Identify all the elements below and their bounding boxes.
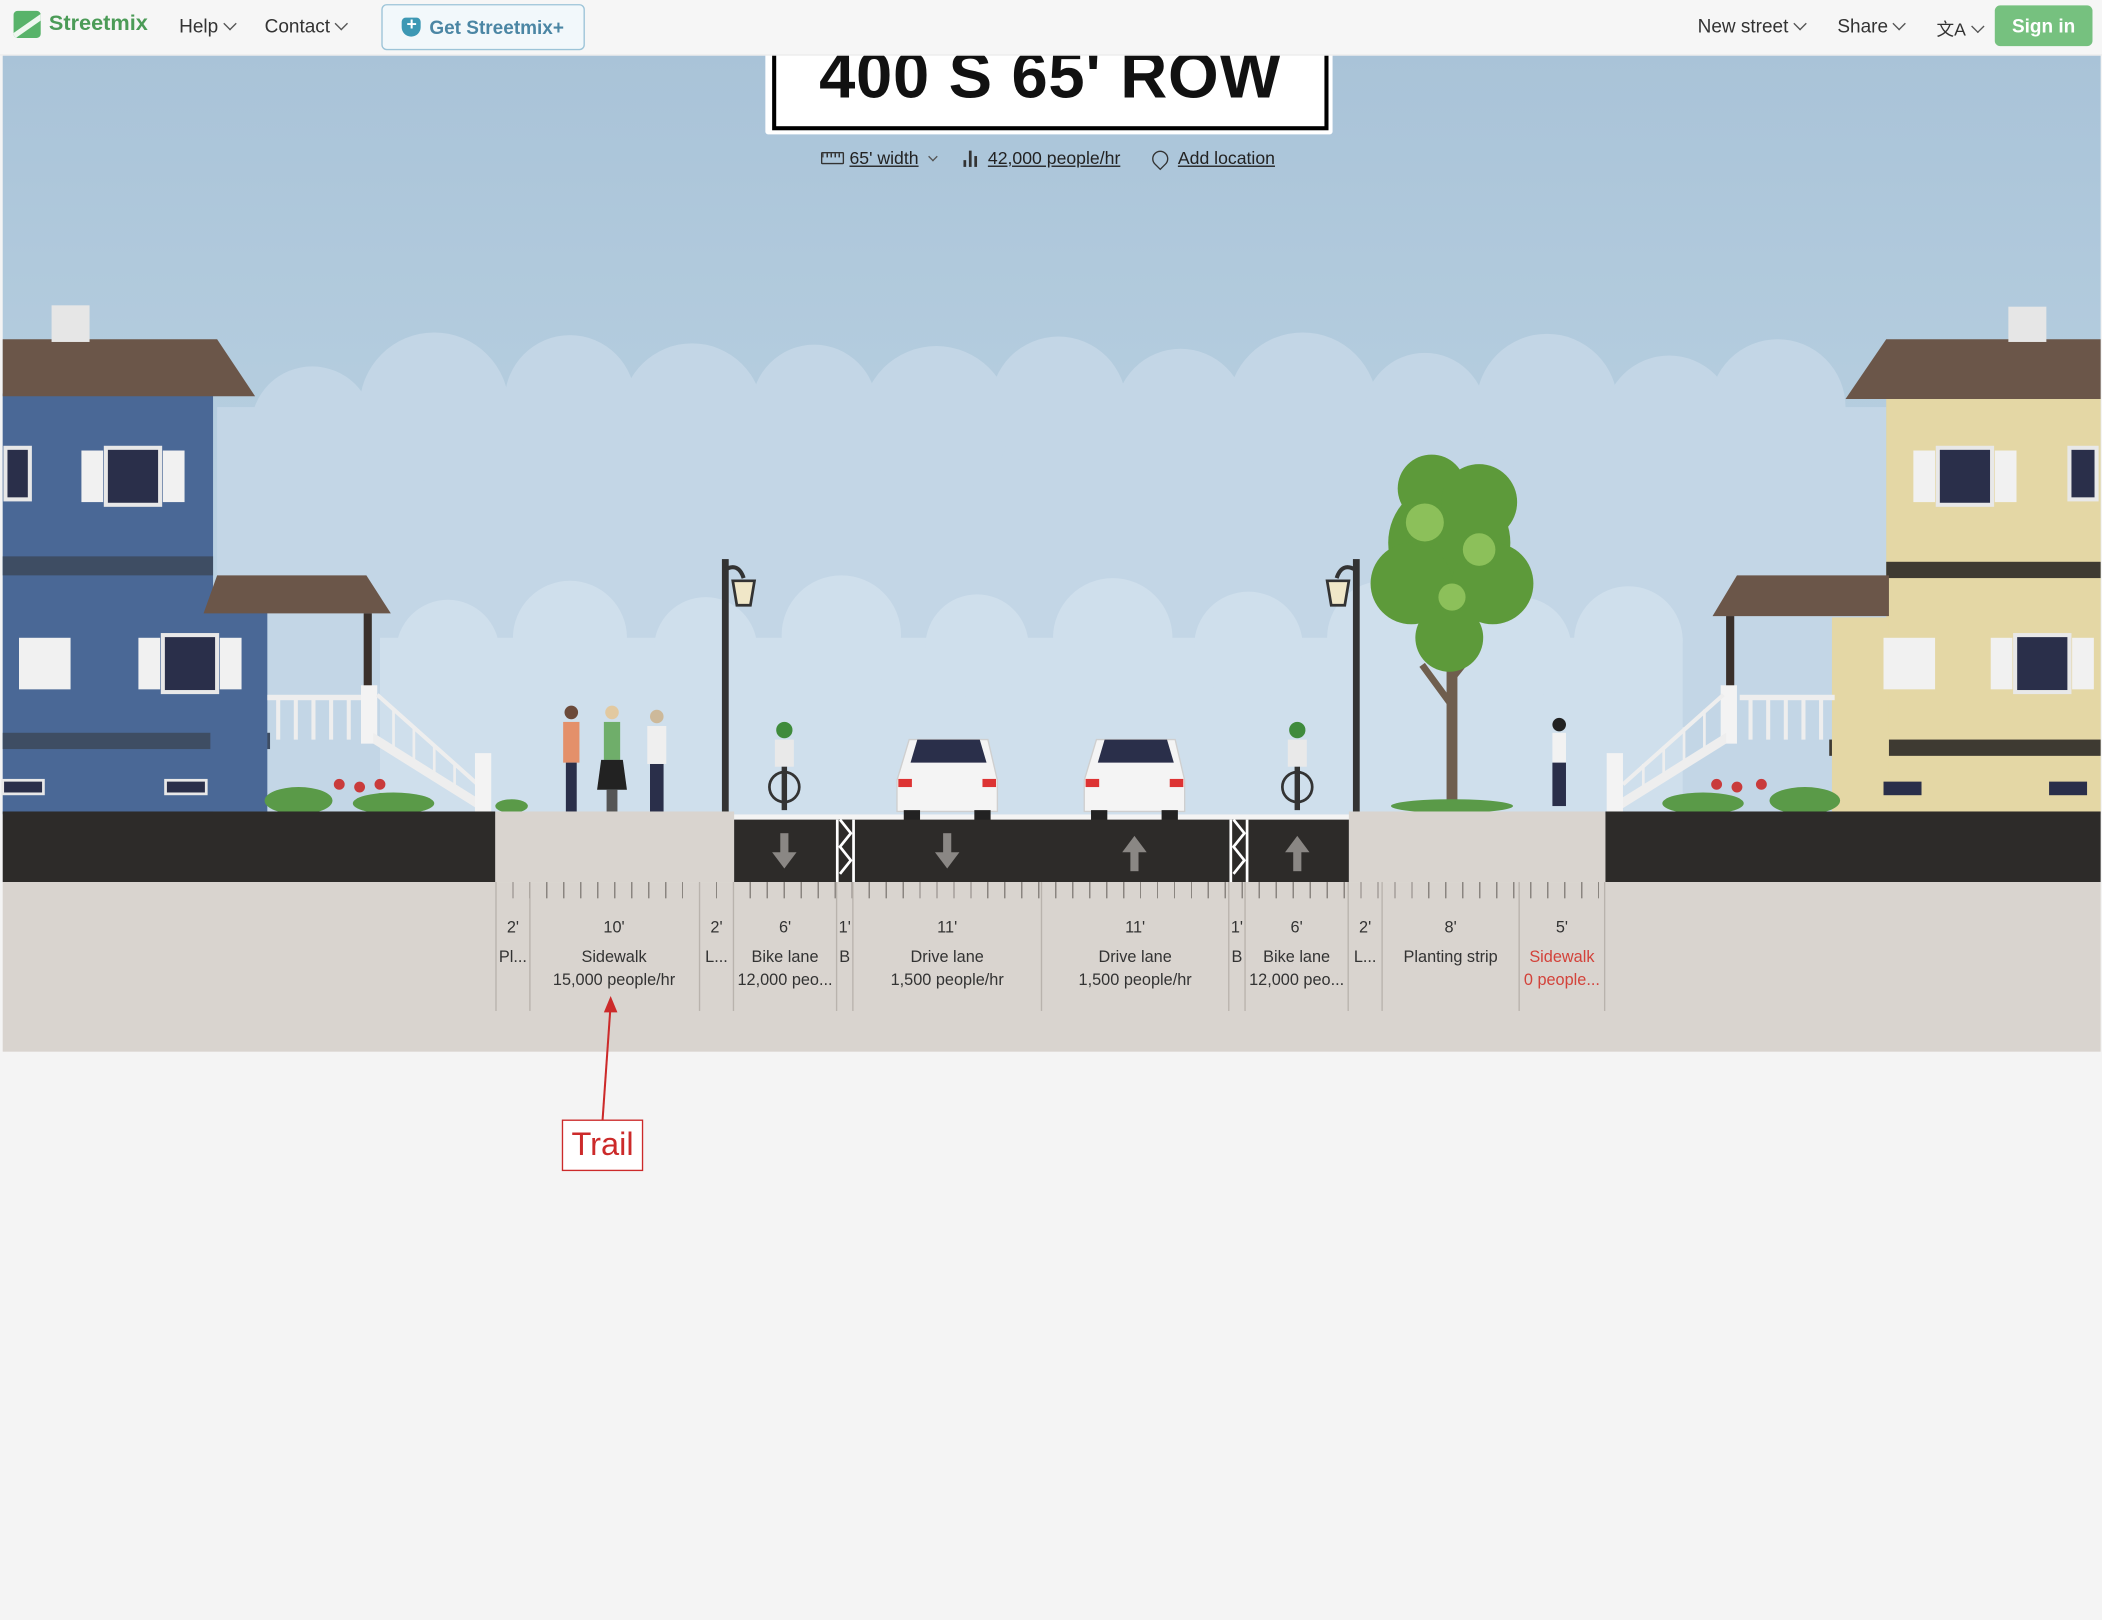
segment-width: 11' — [1125, 917, 1146, 937]
arrow-up-icon — [1122, 835, 1147, 872]
segment-width: 2' — [1359, 917, 1372, 937]
segment-capacity: 15,000 people/hr — [552, 970, 676, 990]
segment-width: 11' — [937, 917, 958, 937]
segment-capacity: 0 people... — [1523, 970, 1600, 990]
arrow-up-icon — [1285, 835, 1310, 872]
segment-bike-lane-right[interactable]: 6' Bike lane 12,000 peo... — [1246, 882, 1349, 1011]
segment-width: 10' — [603, 917, 625, 937]
segment-buffer-right[interactable]: 1' B — [1229, 882, 1246, 1011]
segment-name: L... — [1353, 947, 1377, 967]
bike-buffer-left — [835, 818, 855, 883]
logo-text: Streetmix — [48, 12, 148, 36]
sign-in-label: Sign in — [2011, 14, 2076, 37]
segment-planter-left[interactable]: 2' Pl... — [495, 882, 531, 1011]
chevron-down-icon — [223, 17, 237, 31]
segment-capacity: 12,000 peo... — [1249, 970, 1345, 990]
segment-planting-strip[interactable]: 8' Planting strip — [1383, 882, 1520, 1011]
street-capacity-link[interactable]: 42,000 people/hr — [963, 148, 1120, 168]
street-scene: 2' Pl... 10' Sidewalk 15,000 people/hr 2… — [0, 0, 2102, 1194]
segment-name: Sidewalk — [581, 947, 647, 967]
map-pin-icon — [1148, 146, 1172, 170]
get-streetmix-plus-label: Get Streetmix+ — [429, 16, 564, 38]
share-label: Share — [1837, 14, 1889, 37]
segment-name: L... — [705, 947, 728, 967]
add-location-link[interactable]: Add location — [1148, 146, 1275, 170]
chevron-down-icon — [1793, 17, 1807, 31]
share-menu[interactable]: Share — [1837, 14, 1907, 37]
translate-icon: 文A — [1936, 18, 1966, 40]
contact-menu-label: Contact — [264, 14, 331, 37]
add-location-label: Add location — [1177, 147, 1275, 169]
new-street-menu[interactable]: New street — [1697, 14, 1807, 37]
new-street-label: New street — [1697, 14, 1789, 37]
segment-name: Pl... — [498, 947, 527, 967]
help-menu[interactable]: Help — [179, 14, 237, 37]
segment-width: 1' — [1230, 917, 1243, 937]
segment-capacity: 12,000 peo... — [737, 970, 833, 990]
ruler-icon — [820, 151, 845, 165]
segment-width: 6' — [1290, 917, 1303, 937]
shield-plus-icon — [402, 14, 422, 37]
trail-annotation: Trail — [561, 1119, 644, 1172]
segment-width: 1' — [838, 917, 851, 937]
sign-in-button[interactable]: Sign in — [1994, 5, 2093, 47]
segment-name: Bike lane — [751, 947, 819, 967]
help-menu-label: Help — [179, 14, 219, 37]
segment-width: 8' — [1444, 917, 1457, 937]
segment-capacity: 1,500 people/hr — [890, 970, 1004, 990]
segment-width: 2' — [506, 917, 520, 937]
street-width-label: 65' width — [849, 147, 919, 169]
segment-lighting-left[interactable]: 2' L... — [700, 882, 735, 1011]
arrow-down-icon — [934, 833, 960, 869]
language-menu[interactable]: 文A — [1936, 15, 1985, 41]
segment-sidewalk-right[interactable]: 5' Sidewalk 0 people... — [1520, 882, 1606, 1011]
segment-name: Drive lane — [910, 947, 984, 967]
annotation-arrow — [601, 996, 618, 1121]
segment-drive-lane-right[interactable]: 11' Drive lane 1,500 people/hr — [1042, 882, 1230, 1011]
segment-name: B — [839, 947, 851, 967]
top-navigation-bar: Streetmix Help Contact Get Streetmix+ Ne… — [0, 0, 2102, 56]
street-width-menu[interactable]: 65' width — [820, 147, 938, 169]
segment-name: Planting strip — [1403, 947, 1498, 967]
logo-icon — [13, 10, 41, 38]
contact-menu[interactable]: Contact — [264, 14, 349, 37]
segment-width: 2' — [710, 917, 723, 937]
segment-capacity: 1,500 people/hr — [1078, 970, 1192, 990]
chevron-down-icon — [1970, 19, 1985, 33]
chevron-down-icon — [1892, 17, 1907, 31]
chevron-down-icon — [928, 151, 938, 161]
street-capacity-label: 42,000 people/hr — [987, 147, 1121, 169]
annotation-text: Trail — [571, 1126, 634, 1163]
segment-width: 5' — [1555, 917, 1568, 937]
segment-name: Sidewalk — [1529, 947, 1595, 967]
segment-drive-lane-left[interactable]: 11' Drive lane 1,500 people/hr — [854, 882, 1043, 1011]
segment-buffer-left[interactable]: 1' B — [837, 882, 854, 1011]
get-streetmix-plus-button[interactable]: Get Streetmix+ — [381, 4, 585, 51]
segment-name: B — [1231, 947, 1243, 967]
segment-width: 6' — [778, 917, 792, 937]
chevron-down-icon — [334, 17, 349, 31]
bike-buffer-right — [1229, 818, 1249, 883]
segment-bike-lane-left[interactable]: 6' Bike lane 12,000 peo... — [734, 882, 838, 1011]
segment-name: Bike lane — [1263, 947, 1331, 967]
segment-name: Drive lane — [1098, 947, 1172, 967]
arrow-down-icon — [772, 833, 797, 869]
segment-lighting-right[interactable]: 2' L... — [1349, 882, 1383, 1011]
bar-chart-icon — [963, 149, 978, 167]
streetmix-logo[interactable]: Streetmix — [13, 10, 148, 38]
